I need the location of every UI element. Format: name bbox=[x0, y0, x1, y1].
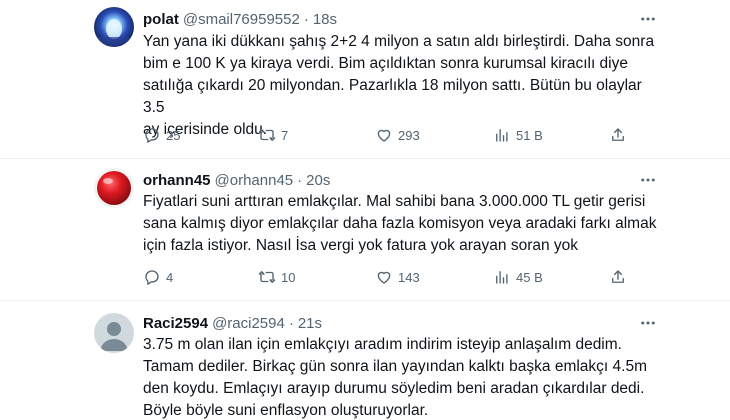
reply-count: 25 bbox=[166, 127, 181, 143]
like-count: 143 bbox=[398, 269, 420, 285]
tweet-orhann45[interactable]: orhann45 @orhann45 · 20s Fiyatlari suni … bbox=[0, 159, 730, 297]
avatar[interactable] bbox=[94, 168, 134, 208]
tweet-text-line: bim e 100 K ya kiraya verdi. Bim açıldık… bbox=[143, 55, 628, 72]
separator-dot: · bbox=[288, 314, 294, 332]
views-chart-icon bbox=[496, 271, 508, 284]
more-options-button[interactable] bbox=[638, 170, 658, 190]
tweet-text-line: için fazla istiyor. Nasıl İsa vergi yok … bbox=[143, 237, 579, 254]
tweet-text-line: Böyle böyle suni enflasyon oluşturuyorla… bbox=[143, 402, 429, 419]
separator-dot: · bbox=[303, 10, 309, 28]
retweet-button[interactable]: 7 bbox=[258, 125, 288, 145]
more-options-button[interactable] bbox=[638, 9, 658, 29]
views-count: 51 B bbox=[516, 127, 543, 143]
more-icon bbox=[641, 321, 655, 325]
share-button[interactable] bbox=[609, 267, 627, 287]
tweet-actions: 25 7 293 51 B bbox=[143, 125, 633, 145]
more-icon bbox=[641, 17, 655, 21]
retweet-icon bbox=[258, 129, 276, 141]
tweet-header: polat @smail76959552 · 18s bbox=[143, 9, 337, 29]
timestamp[interactable]: 20s bbox=[306, 172, 330, 189]
user-handle[interactable]: @orhann45 bbox=[215, 172, 294, 189]
avatar-image bbox=[94, 7, 134, 47]
views-chart-icon bbox=[496, 129, 508, 142]
user-handle[interactable]: @raci2594 bbox=[212, 315, 285, 332]
share-icon bbox=[612, 270, 624, 283]
user-handle[interactable]: @smail76959552 bbox=[183, 11, 300, 28]
tweet-text-line: 3.75 m olan ilan için emlakçıyı aradım i… bbox=[143, 336, 622, 353]
tweet-text-line: den koydu. Emlaçıyı arayıp durumu söyled… bbox=[143, 380, 645, 397]
like-count: 293 bbox=[398, 127, 420, 143]
retweet-count: 7 bbox=[281, 127, 289, 143]
retweet-button[interactable]: 10 bbox=[258, 267, 295, 287]
timestamp[interactable]: 18s bbox=[313, 11, 337, 28]
views-button[interactable]: 45 B bbox=[493, 267, 543, 287]
tweet-header: Raci2594 @raci2594 · 21s bbox=[143, 313, 322, 333]
reply-button[interactable]: 4 bbox=[143, 267, 173, 287]
heart-icon bbox=[377, 271, 391, 284]
like-button[interactable]: 143 bbox=[375, 267, 420, 287]
heart-icon bbox=[377, 129, 391, 142]
tweet-text-line: Tamam dediler. Birkaç gün sonra ilan yay… bbox=[143, 358, 647, 375]
tweet-text-line: sana kalmış diyor emlakçılar daha fazla … bbox=[143, 215, 657, 232]
tweet-text-line: Yan yana iki dükkanı şahış 2+2 4 milyon … bbox=[143, 33, 655, 50]
reply-count: 4 bbox=[166, 269, 174, 285]
retweet-icon bbox=[258, 271, 276, 283]
tweet-polat[interactable]: polat @smail76959552 · 18s Yan yana iki … bbox=[0, 0, 730, 158]
reply-button[interactable]: 25 bbox=[143, 125, 180, 145]
tweet-header: orhann45 @orhann45 · 20s bbox=[143, 170, 330, 190]
avatar[interactable] bbox=[94, 7, 134, 47]
display-name[interactable]: polat bbox=[143, 11, 179, 28]
more-options-button[interactable] bbox=[638, 313, 658, 333]
separator-dot: · bbox=[297, 171, 303, 189]
tweet-raci2594[interactable]: Raci2594 @raci2594 · 21s 3.75 m olan ila… bbox=[0, 301, 730, 420]
share-icon bbox=[612, 128, 624, 141]
like-button[interactable]: 293 bbox=[375, 125, 420, 145]
tweet-text-line: satılığa çıkardı 20 milyondan. Pazarlıkl… bbox=[143, 77, 642, 116]
reply-icon bbox=[145, 270, 159, 285]
share-button[interactable] bbox=[609, 125, 627, 145]
reply-icon bbox=[145, 128, 159, 143]
views-count: 45 B bbox=[516, 269, 543, 285]
views-button[interactable]: 51 B bbox=[493, 125, 543, 145]
tweet-actions: 4 10 143 45 B bbox=[143, 267, 633, 287]
tweet-text: Fiyatlari suni arttıran emlakçılar. Mal … bbox=[143, 191, 663, 257]
avatar-image bbox=[94, 168, 134, 208]
display-name[interactable]: Raci2594 bbox=[143, 315, 208, 332]
timestamp[interactable]: 21s bbox=[298, 315, 322, 332]
tweet-text-line: Fiyatlari suni arttıran emlakçılar. Mal … bbox=[143, 193, 646, 210]
default-avatar-icon bbox=[94, 313, 134, 353]
avatar[interactable] bbox=[94, 313, 134, 353]
retweet-count: 10 bbox=[281, 269, 296, 285]
more-icon bbox=[641, 178, 655, 182]
tweet-text: 3.75 m olan ilan için emlakçıyı aradım i… bbox=[143, 334, 663, 420]
display-name[interactable]: orhann45 bbox=[143, 172, 211, 189]
